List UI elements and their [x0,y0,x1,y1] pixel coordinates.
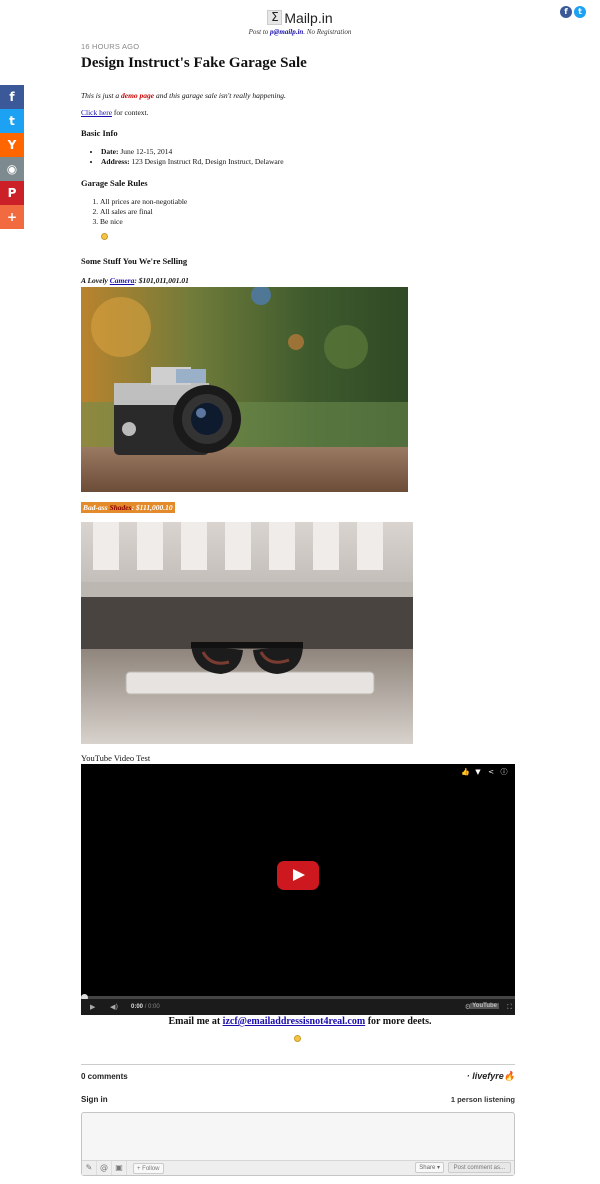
share-icon[interactable]: < [487,768,495,776]
intro-text: This is just a demo page and this garage… [81,91,286,100]
tagline-email[interactable]: p@mailp.in [270,28,303,36]
brand-logo[interactable]: Σ Mailp.in [267,10,333,26]
youtube-logo[interactable]: YouTube [470,1003,499,1009]
post-comment-button[interactable]: Post comment as... [447,1162,511,1173]
brand-name[interactable]: Mailp.in [284,10,332,26]
comment-count: 0 comments [81,1072,128,1081]
youtube-player[interactable]: 👍 ▼ < ⓘ ▶ ◀) 0:00 / 0:00 ⚙ YouTube ⛶ [81,764,515,1015]
share-twitter-icon[interactable]: t [0,109,24,133]
player-top-controls: 👍 ▼ < ⓘ [461,768,508,776]
mention-icon[interactable]: @ [97,1161,112,1175]
sigma-logo-icon: Σ [267,10,283,25]
follow-button[interactable]: + Follow [133,1162,164,1174]
brand-tagline: Post to p@mailp.in. No Registration [248,28,352,36]
thumbs-down-icon[interactable]: ▼ [474,768,482,776]
top-social-links: f t [560,6,586,18]
share-facebook-icon[interactable]: f [0,85,24,109]
smiley-icon [101,233,108,240]
list-item: All prices are non-negotiable [100,197,515,207]
demo-page-text: demo page [121,91,155,100]
comment-editor[interactable]: ✎ @ ▣ + Follow Share ▾ Post comment as..… [81,1112,515,1176]
list-item: Be nice [100,217,515,227]
context-line: Click here for context. [81,108,149,117]
list-item: All sales are final [100,207,515,217]
email-link[interactable]: izcf@emailaddressisnot4real.com [223,1016,366,1027]
site-header: Σ Mailp.in Post to p@mailp.in. No Regist… [0,8,600,37]
share-more-icon[interactable]: + [0,205,24,229]
pencil-icon[interactable]: ✎ [82,1161,97,1175]
comments-signin-row: Sign in 1 person listening [81,1095,515,1104]
play-icon[interactable]: ▶ [90,1002,95,1012]
rules-heading: Garage Sale Rules [81,178,148,188]
player-controls: ▶ ◀) 0:00 / 0:00 ⚙ YouTube ⛶ [81,999,515,1015]
shades-photo-image [81,522,413,744]
shades-photo [81,522,413,744]
shades-label: Bad-ass Shades: $111,000.10 [81,502,175,513]
basic-info-heading: Basic Info [81,128,118,138]
camera-label: A Lovely Camera: $101,011,001.01 [81,276,189,285]
livefyre-logo[interactable]: · livefyre🔥 [467,1071,515,1082]
play-button[interactable] [277,861,319,890]
post-timestamp: 16 HOURS AGO [81,42,140,51]
list-item: Date: June 12-15, 2014 [101,147,515,157]
video-time: 0:00 / 0:00 [131,1004,160,1010]
rules-list: All prices are non-negotiable All sales … [81,197,515,227]
basic-info-list: Date: June 12-15, 2014 Address: 123 Desi… [81,147,515,167]
post-body: 16 HOURS AGO Design Instruct's Fake Gara… [81,42,515,1015]
email-line: Email me at izcf@emailaddressisnot4real.… [168,1016,432,1027]
volume-icon[interactable]: ◀) [110,1002,118,1012]
sign-in-link[interactable]: Sign in [81,1095,108,1104]
share-hacker-news-icon[interactable]: Y [0,133,24,157]
comments-header: 0 comments · livefyre🔥 [81,1071,515,1082]
smiley-icon [294,1035,301,1042]
video-label: YouTube Video Test [81,753,151,763]
share-pinterest-icon[interactable]: P [0,181,24,205]
fullscreen-icon[interactable]: ⛶ [507,1002,512,1012]
editor-toolbar: ✎ @ ▣ + Follow Share ▾ Post comment as..… [82,1160,514,1175]
comments-section: 0 comments · livefyre🔥 Sign in 1 person … [81,1064,515,1176]
share-button[interactable]: Share ▾ [415,1162,444,1173]
camera-photo-image [81,287,408,492]
selling-heading: Some Stuff You We're Selling [81,256,188,266]
twitter-icon[interactable]: t [574,6,586,18]
camera-link[interactable]: Camera [110,276,135,285]
image-icon[interactable]: ▣ [112,1161,127,1175]
listening-count: 1 person listening [450,1095,515,1104]
click-here-link[interactable]: Click here [81,108,112,117]
camera-photo [81,287,408,492]
info-icon[interactable]: ⓘ [500,768,508,776]
flame-icon: 🔥 [503,1071,515,1081]
facebook-icon[interactable]: f [560,6,572,18]
share-sidebar: f t Y ◉ P + [0,85,24,229]
list-item: Address: 123 Design Instruct Rd, Design … [101,157,515,167]
thumbs-up-icon[interactable]: 👍 [461,768,470,776]
share-reddit-icon[interactable]: ◉ [0,157,24,181]
page-title: Design Instruct's Fake Garage Sale [81,55,307,71]
